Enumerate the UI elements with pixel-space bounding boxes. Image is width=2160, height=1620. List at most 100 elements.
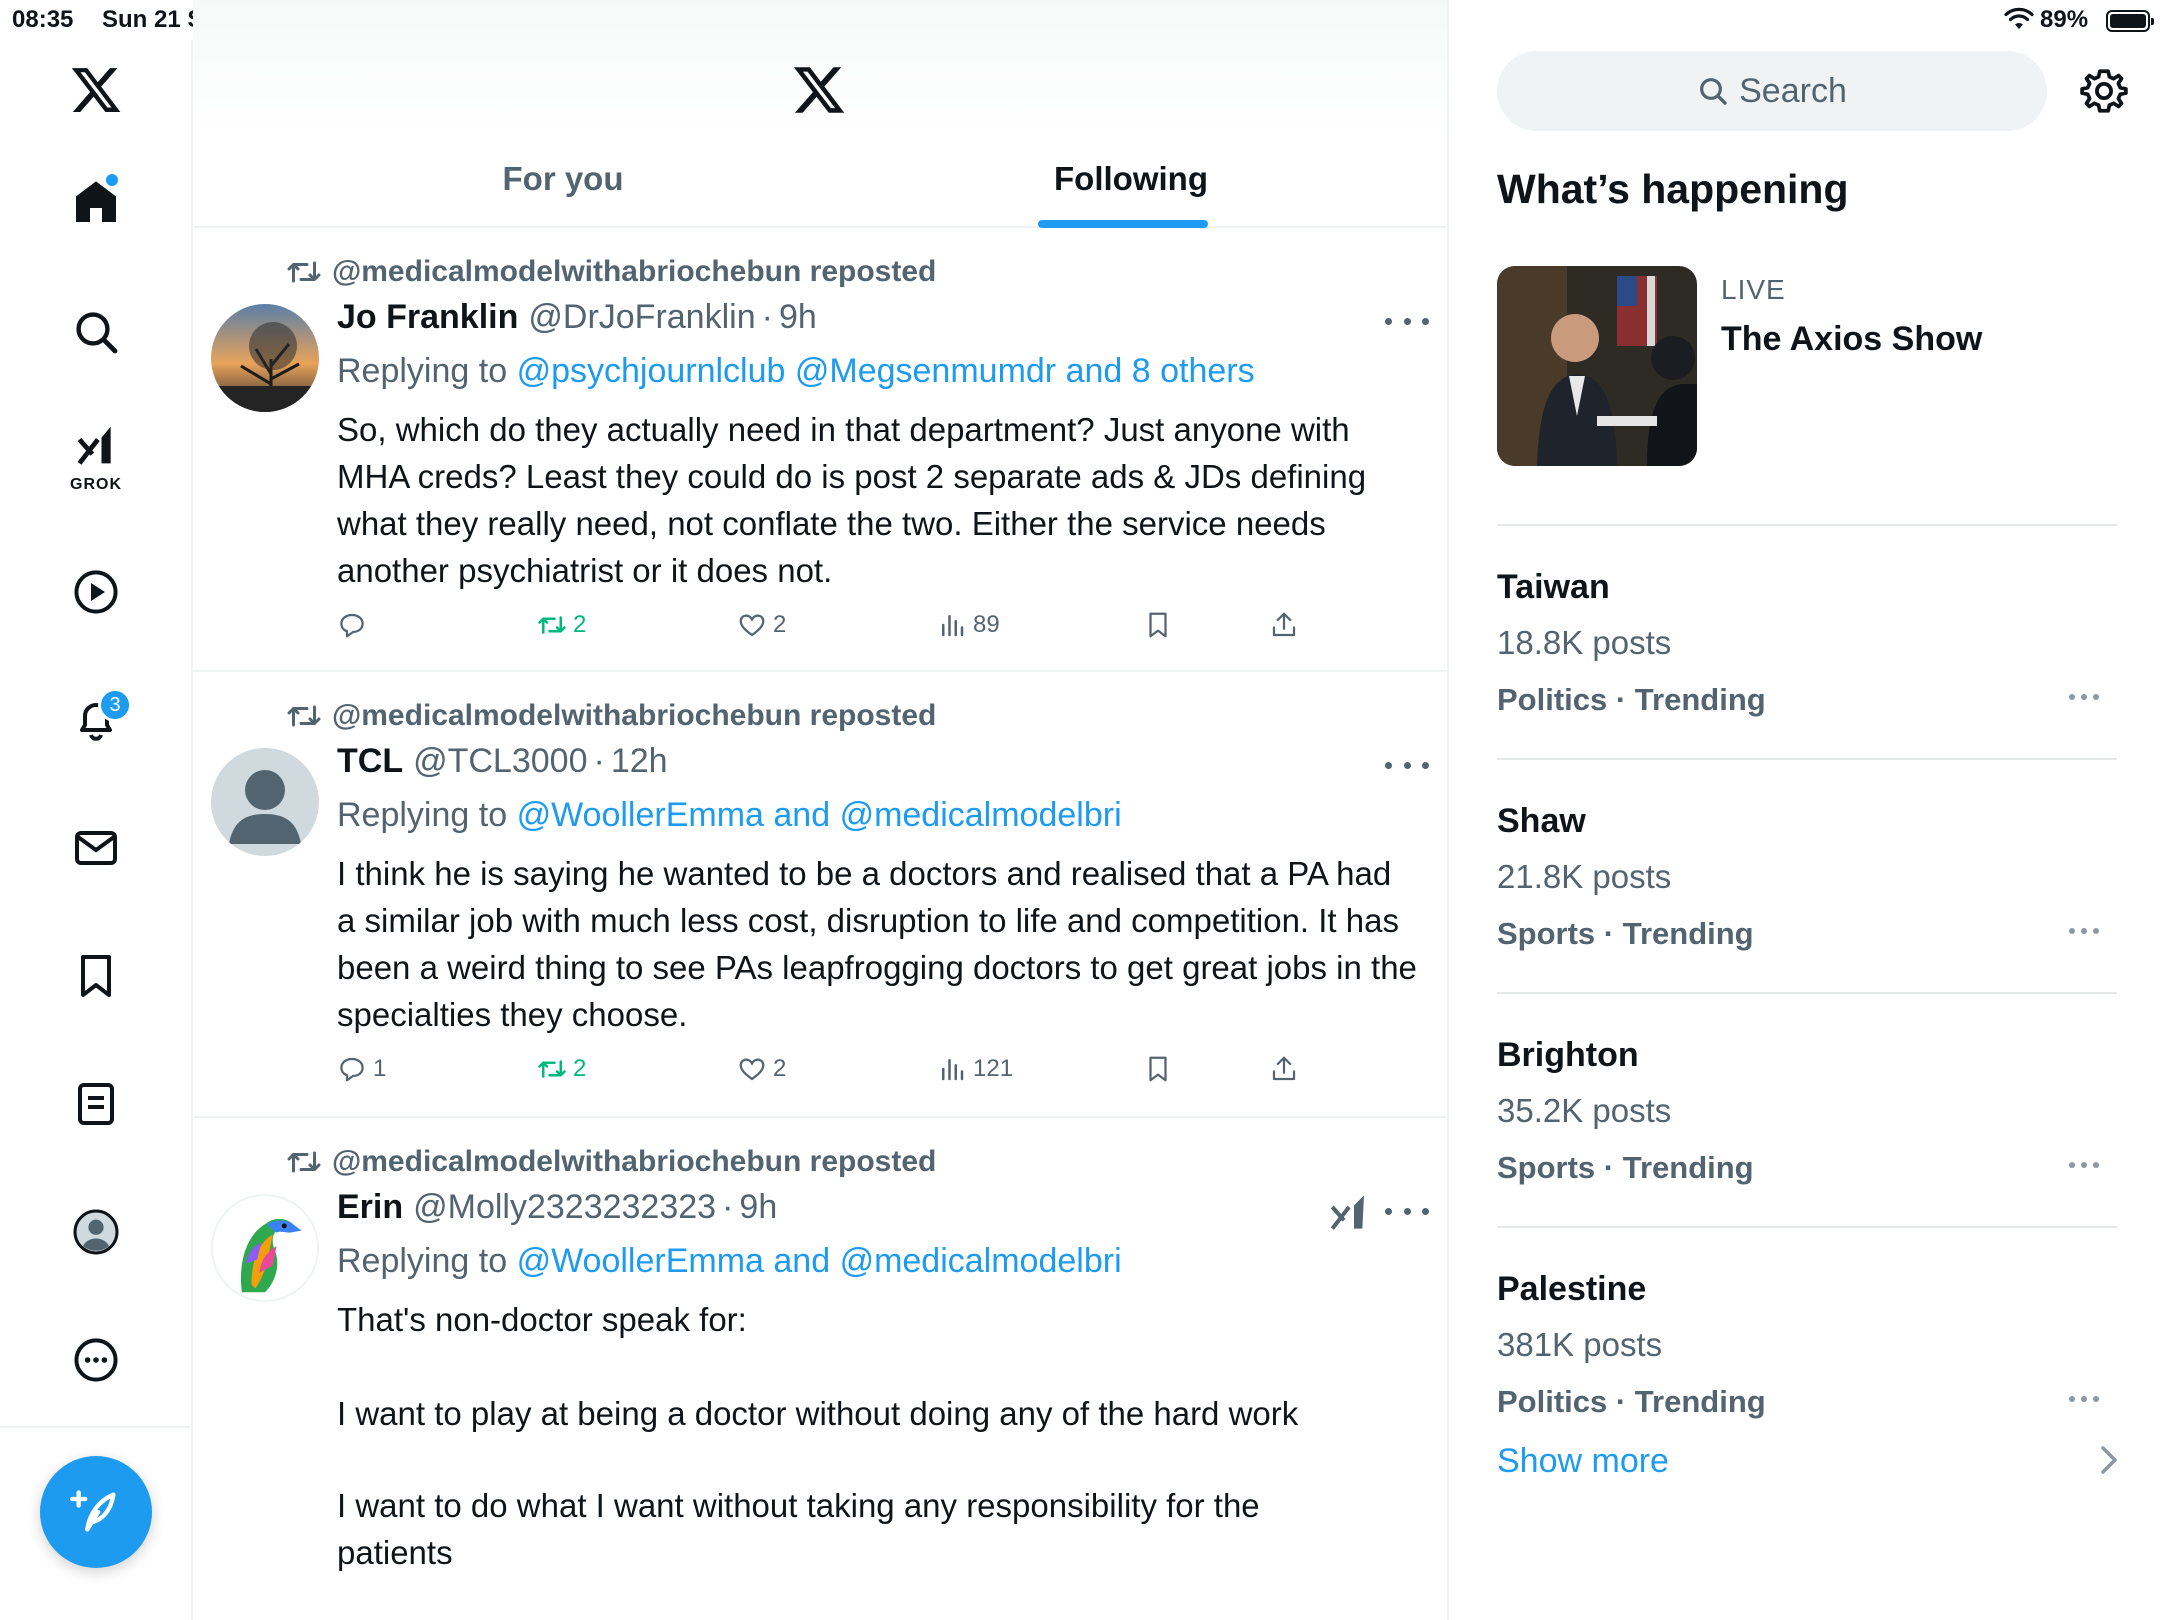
tab-following[interactable]: Following (1046, 160, 1216, 198)
views-chart-icon (942, 615, 964, 637)
post-text: So, which do they actually need in that … (337, 411, 1367, 589)
repost-icon (287, 261, 321, 283)
nav-home[interactable] (56, 162, 136, 242)
grok-icon[interactable] (1329, 1192, 1369, 1232)
battery-percent: 89% (2040, 6, 2089, 33)
share-icon (1272, 1056, 1296, 1081)
tab-for-you[interactable]: For you (438, 160, 688, 198)
post[interactable]: @medicalmodelwithabriochebun reposted Er… (193, 1120, 1447, 1620)
trend-more-button[interactable] (2069, 1396, 2099, 1404)
replying-prefix: Replying to (337, 1242, 508, 1280)
post-time[interactable]: 9h (739, 1188, 777, 1227)
reply-button[interactable]: 1 (337, 1054, 386, 1084)
bookmark-icon (1149, 1056, 1167, 1082)
view-count: 89 (973, 611, 1000, 638)
post-time[interactable]: 9h (779, 298, 817, 337)
trend-post-count: 18.8K posts (1497, 624, 1672, 661)
post-time[interactable]: 12h (611, 742, 668, 781)
post-more-button[interactable] (1385, 750, 1429, 780)
nav-more[interactable] (56, 1320, 136, 1400)
trend-item[interactable]: Palestine 381K posts Politics · Trending (1497, 1230, 2117, 1462)
search-input[interactable]: Search (1497, 51, 2047, 131)
trend-item[interactable]: Taiwan 18.8K posts Politics · Trending (1497, 528, 2117, 760)
repost-button[interactable]: 2 (537, 1054, 586, 1084)
post-more-button[interactable] (1385, 306, 1429, 336)
separator-dot: · (761, 298, 773, 336)
trend-item[interactable]: Shaw 21.8K posts Sports · Trending (1497, 762, 2117, 994)
post-author-row: Erin @Molly2323232323 · 9h (337, 1188, 777, 1232)
repost-attribution: @medicalmodelwithabriochebun reposted (286, 1142, 936, 1182)
trend-category: Politics · Trending (1497, 1384, 1766, 1419)
avatar-icon (73, 1209, 119, 1255)
battery-icon (2106, 10, 2154, 32)
like-button[interactable]: 2 (737, 610, 786, 640)
post-more-button[interactable] (1385, 1196, 1429, 1226)
repost-by: @medicalmodelwithabriochebun reposted (332, 255, 937, 288)
post-actions: 1 2 2 121 (337, 1054, 1337, 1094)
nav-video[interactable] (56, 552, 136, 632)
repost-icon (287, 705, 321, 727)
chevron-right-icon[interactable] (2097, 1444, 2121, 1476)
right-sidebar: Search What’s happening LIVE The Axios S… (1449, 40, 2160, 1620)
x-logo-icon[interactable] (791, 62, 847, 118)
nav-explore[interactable] (56, 292, 136, 372)
nav-notifications[interactable]: 3 (56, 680, 136, 760)
replying-to: Replying to @WoollerEmma and @medicalmod… (337, 796, 1122, 835)
avatar[interactable] (211, 748, 319, 856)
live-event-card[interactable]: LIVE The Axios Show (1497, 266, 2117, 526)
trend-item[interactable]: Brighton 35.2K posts Sports · Trending (1497, 996, 2117, 1228)
x-logo-icon[interactable] (56, 50, 136, 130)
avatar[interactable] (211, 1194, 319, 1302)
search-icon (1700, 78, 1727, 105)
repost-button[interactable]: 2 (537, 610, 586, 640)
nav-bookmarks[interactable] (56, 936, 136, 1016)
bookmark-button[interactable] (1143, 1054, 1179, 1084)
timeline: For you Following @medicalmodelwithabrio… (193, 0, 1449, 1620)
nav-messages[interactable] (56, 808, 136, 888)
trend-category: Politics · Trending (1497, 682, 1766, 717)
repost-count: 2 (573, 1055, 587, 1082)
replying-to-link[interactable]: @psychjournlclub @Megsenmumdr and 8 othe… (517, 352, 1255, 390)
bookmark-button[interactable] (1143, 610, 1179, 640)
post[interactable]: @medicalmodelwithabriochebun reposted Jo… (193, 230, 1447, 672)
views-button[interactable]: 121 (937, 1054, 1013, 1084)
author-handle[interactable]: @TCL3000 (413, 742, 587, 781)
trend-more-button[interactable] (2069, 1162, 2099, 1170)
share-button[interactable] (1269, 1054, 1305, 1084)
search-icon (76, 312, 118, 354)
replying-prefix: Replying to (337, 352, 508, 390)
replying-to: Replying to @WoollerEmma and @medicalmod… (337, 1242, 1122, 1281)
nav-grok[interactable]: GROK (56, 416, 136, 496)
replying-to-link[interactable]: @WoollerEmma and @medicalmodelbri (517, 796, 1122, 834)
author-name[interactable]: Erin (337, 1188, 403, 1227)
avatar[interactable] (211, 304, 319, 412)
reply-button[interactable] (337, 610, 373, 640)
post[interactable]: @medicalmodelwithabriochebun reposted TC… (193, 674, 1447, 1118)
play-circle-icon (74, 570, 118, 614)
nav-lists[interactable] (56, 1064, 136, 1144)
reply-icon (340, 1057, 364, 1082)
author-handle[interactable]: @DrJoFranklin (528, 298, 755, 337)
like-button[interactable]: 2 (737, 1054, 786, 1084)
active-tab-indicator (1038, 220, 1208, 228)
left-nav: GROK 3 (0, 40, 193, 1620)
repost-attribution: @medicalmodelwithabriochebun reposted (286, 252, 936, 292)
author-name[interactable]: TCL (337, 742, 403, 781)
trend-more-button[interactable] (2069, 694, 2099, 702)
share-button[interactable] (1269, 610, 1305, 640)
author-handle[interactable]: @Molly2323232323 (413, 1188, 716, 1227)
author-name[interactable]: Jo Franklin (337, 298, 518, 337)
post-author-row: Jo Franklin @DrJoFranklin · 9h (337, 298, 817, 342)
show-more-link[interactable]: Show more (1497, 1442, 1669, 1481)
post-text: That's non-doctor speak for: (337, 1301, 747, 1338)
views-button[interactable]: 89 (937, 610, 1000, 640)
trend-more-button[interactable] (2069, 928, 2099, 936)
compose-post-button[interactable] (40, 1456, 152, 1568)
live-thumbnail[interactable] (1497, 266, 1697, 466)
nav-profile[interactable] (56, 1192, 136, 1272)
gear-icon[interactable] (2079, 66, 2129, 116)
wifi-icon (2004, 7, 2034, 29)
section-title: What’s happening (1497, 166, 1849, 212)
replying-to-link[interactable]: @WoollerEmma and @medicalmodelbri (517, 1242, 1122, 1280)
list-icon (78, 1083, 114, 1125)
